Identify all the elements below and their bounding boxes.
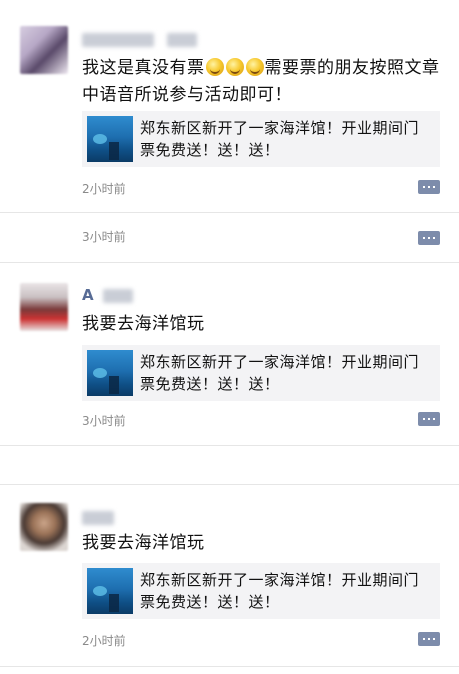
comment-icon[interactable] <box>418 632 440 646</box>
shared-link-card[interactable]: 郑东新区新开了一家海洋馆！开业期间门票免费送！送！送！ <box>82 111 440 167</box>
timestamp: 3小时前 <box>82 230 126 244</box>
link-title: 郑东新区新开了一家海洋馆！开业期间门票免费送！送！送！ <box>140 119 420 159</box>
laughing-emoji-icon <box>245 58 264 76</box>
link-title: 郑东新区新开了一家海洋馆！开业期间门票免费送！送！送！ <box>140 571 420 611</box>
aquarium-thumbnail <box>87 116 133 162</box>
blurred-name <box>82 32 154 47</box>
divider <box>0 212 459 213</box>
aquarium-thumbnail <box>87 350 133 396</box>
divider <box>0 484 459 485</box>
divider <box>0 445 459 446</box>
user-name[interactable]: A <box>82 286 133 304</box>
avatar[interactable] <box>20 503 68 551</box>
divider <box>0 262 459 263</box>
link-title: 郑东新区新开了一家海洋馆！开业期间门票免费送！送！送！ <box>140 353 420 393</box>
avatar[interactable] <box>20 26 68 74</box>
laughing-emoji-icon <box>205 58 224 76</box>
user-name-text: A <box>82 286 94 304</box>
blurred-name <box>102 288 133 303</box>
post-text: 我要去海洋馆玩 <box>82 314 205 334</box>
post-text: 我要去海洋馆玩 <box>82 533 205 553</box>
comment-icon[interactable] <box>418 412 440 426</box>
post-text-part: 我这是真没有票 <box>82 58 205 78</box>
avatar[interactable] <box>20 283 68 331</box>
shared-link-card[interactable]: 郑东新区新开了一家海洋馆！开业期间门票免费送！送！送！ <box>82 563 440 619</box>
blurred-name <box>167 32 198 47</box>
comment-icon[interactable] <box>418 180 440 194</box>
user-name[interactable] <box>82 30 198 47</box>
user-name[interactable] <box>82 508 114 525</box>
divider <box>0 666 459 667</box>
timestamp: 2小时前 <box>82 182 126 196</box>
aquarium-thumbnail <box>87 568 133 614</box>
blurred-name <box>82 510 114 525</box>
comment-icon[interactable] <box>418 231 440 245</box>
laughing-emoji-icon <box>225 58 244 76</box>
timestamp: 2小时前 <box>82 634 126 648</box>
post-text: 我这是真没有票 需要票的朋友按照文章中语音所说参与活动即可！ <box>82 55 442 109</box>
timestamp: 3小时前 <box>82 414 126 428</box>
shared-link-card[interactable]: 郑东新区新开了一家海洋馆！开业期间门票免费送！送！送！ <box>82 345 440 401</box>
